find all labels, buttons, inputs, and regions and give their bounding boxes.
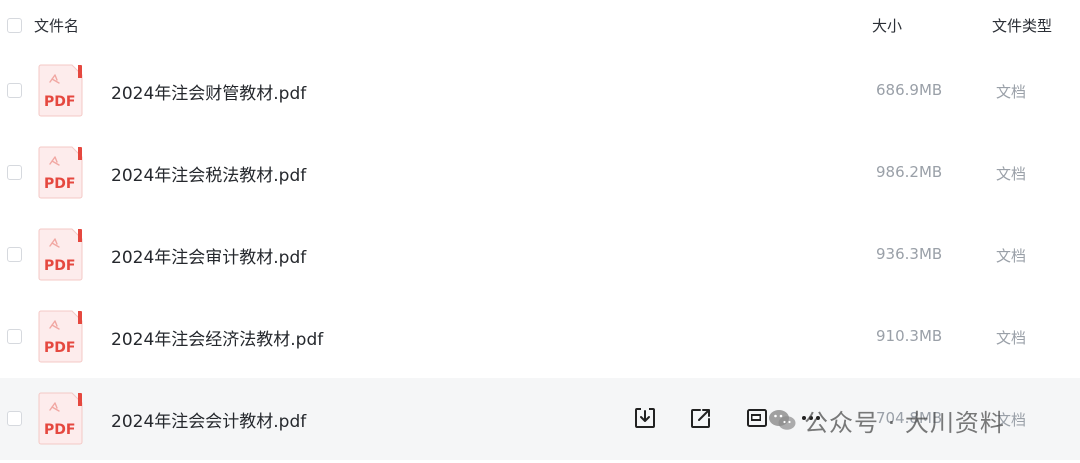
row-checkbox[interactable]	[7, 247, 22, 262]
column-header-type[interactable]: 文件类型	[992, 15, 1052, 36]
svg-text:PDF: PDF	[44, 94, 75, 110]
file-type: 文档	[996, 247, 1027, 265]
watermark-text: 公众号 · 大川资料	[804, 408, 1005, 437]
column-header-size[interactable]: 大小	[872, 15, 902, 36]
download-icon[interactable]	[630, 402, 660, 434]
file-size: 936.3MB	[876, 245, 943, 263]
file-row[interactable]: PDF 2024年注会审计教材.pdf 936.3MB 文档	[0, 214, 1080, 296]
file-size: 986.2MB	[876, 163, 943, 181]
file-name[interactable]: 2024年注会审计教材.pdf	[111, 243, 306, 268]
row-checkbox[interactable]	[7, 165, 22, 180]
file-row[interactable]: PDF 2024年注会税法教材.pdf 986.2MB 文档	[0, 132, 1080, 214]
watermark: 公众号 · 大川资料	[768, 402, 1005, 438]
pdf-icon: PDF	[38, 146, 83, 199]
svg-text:PDF: PDF	[44, 340, 75, 356]
file-row[interactable]: PDF 2024年注会财管教材.pdf 686.9MB 文档	[0, 50, 1080, 132]
pdf-icon: PDF	[38, 310, 83, 363]
file-name[interactable]: 2024年注会会计教材.pdf	[111, 407, 306, 432]
file-type: 文档	[996, 83, 1027, 101]
svg-text:PDF: PDF	[44, 258, 75, 274]
column-header-name[interactable]: 文件名	[34, 15, 79, 36]
row-checkbox[interactable]	[7, 83, 22, 98]
svg-text:PDF: PDF	[44, 176, 75, 192]
file-name[interactable]: 2024年注会经济法教材.pdf	[111, 325, 323, 350]
row-checkbox[interactable]	[7, 411, 22, 426]
file-size: 910.3MB	[876, 327, 943, 345]
file-list-header: 文件名 大小 文件类型	[0, 0, 1080, 50]
pdf-icon: PDF	[38, 392, 83, 445]
file-row[interactable]: PDF 2024年注会经济法教材.pdf 910.3MB 文档	[0, 296, 1080, 378]
pdf-icon: PDF	[38, 64, 83, 117]
wechat-icon	[768, 408, 796, 432]
file-name[interactable]: 2024年注会税法教材.pdf	[111, 161, 306, 186]
share-icon[interactable]	[686, 402, 716, 434]
file-size: 686.9MB	[876, 81, 943, 99]
file-name[interactable]: 2024年注会财管教材.pdf	[111, 79, 306, 104]
pdf-icon: PDF	[38, 228, 83, 281]
svg-text:PDF: PDF	[44, 422, 75, 438]
row-checkbox[interactable]	[7, 329, 22, 344]
file-type: 文档	[996, 165, 1027, 183]
select-all-checkbox[interactable]	[7, 18, 22, 33]
file-type: 文档	[996, 329, 1027, 347]
